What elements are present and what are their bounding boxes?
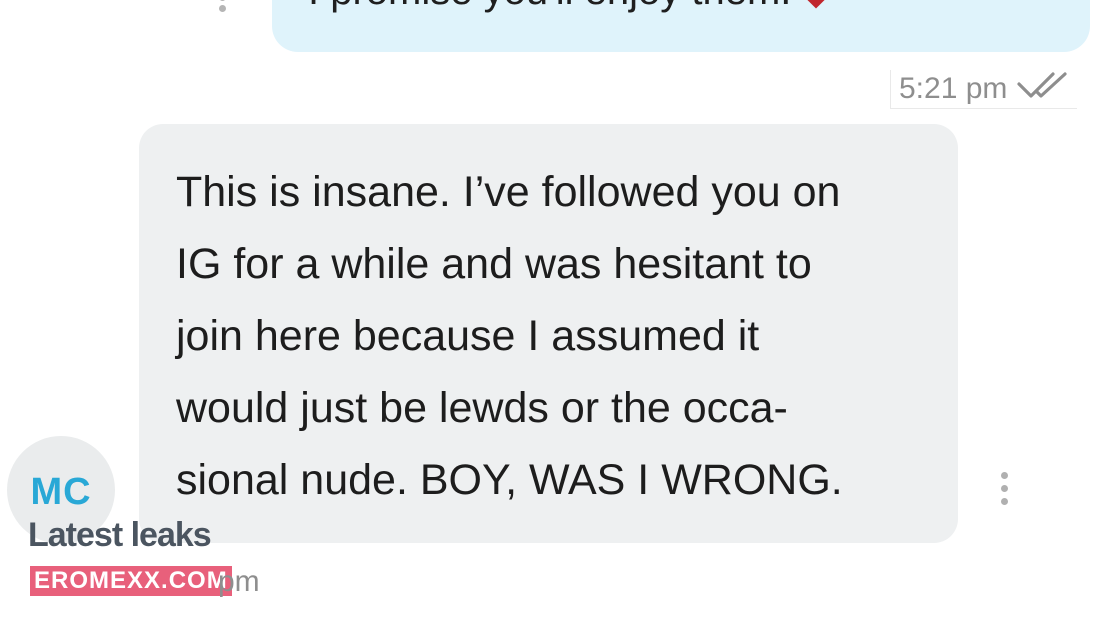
outgoing-message-meta: 5:21 pm xyxy=(890,70,1078,109)
outgoing-message-menu-icon[interactable] xyxy=(217,0,229,16)
watermark-title: Latest leaks xyxy=(28,516,212,554)
outgoing-message-time: 5:21 pm xyxy=(899,72,1008,105)
watermark-badge: EROMEXX.COM xyxy=(30,566,232,596)
heart-icon xyxy=(800,0,832,9)
incoming-message-line: join here because I assumed it xyxy=(176,312,760,360)
menu-dot xyxy=(219,0,226,1)
outgoing-message-text: I promise you'll enjoy them. xyxy=(308,0,791,13)
double-check-icon xyxy=(1017,70,1071,108)
menu-dot xyxy=(1001,485,1008,492)
avatar-initials: MC xyxy=(30,470,92,513)
incoming-message-time: pm xyxy=(218,565,260,598)
incoming-message-line: sional nude. BOY, WAS I WRONG. xyxy=(176,456,843,504)
menu-dot xyxy=(1001,498,1008,505)
incoming-message-line: IG for a while and was hesitant to xyxy=(176,240,812,288)
incoming-message-bubble[interactable]: This is insane. I’ve followed you on IG … xyxy=(139,124,958,543)
incoming-message-text: This is insane. I’ve followed you on IG … xyxy=(176,156,936,516)
incoming-message-line: would just be lewds or the occa- xyxy=(176,384,788,432)
menu-dot xyxy=(1001,472,1008,479)
incoming-message-line: This is insane. I’ve followed you on xyxy=(176,168,841,216)
menu-dot xyxy=(219,5,226,12)
outgoing-message-bubble[interactable]: I promise you'll enjoy them. xyxy=(272,0,1090,52)
incoming-message-menu-icon[interactable] xyxy=(999,472,1013,508)
outgoing-message-text-row: I promise you'll enjoy them. xyxy=(308,0,832,14)
chat-screen: I promise you'll enjoy them. 5:21 pm Thi… xyxy=(0,0,1098,617)
